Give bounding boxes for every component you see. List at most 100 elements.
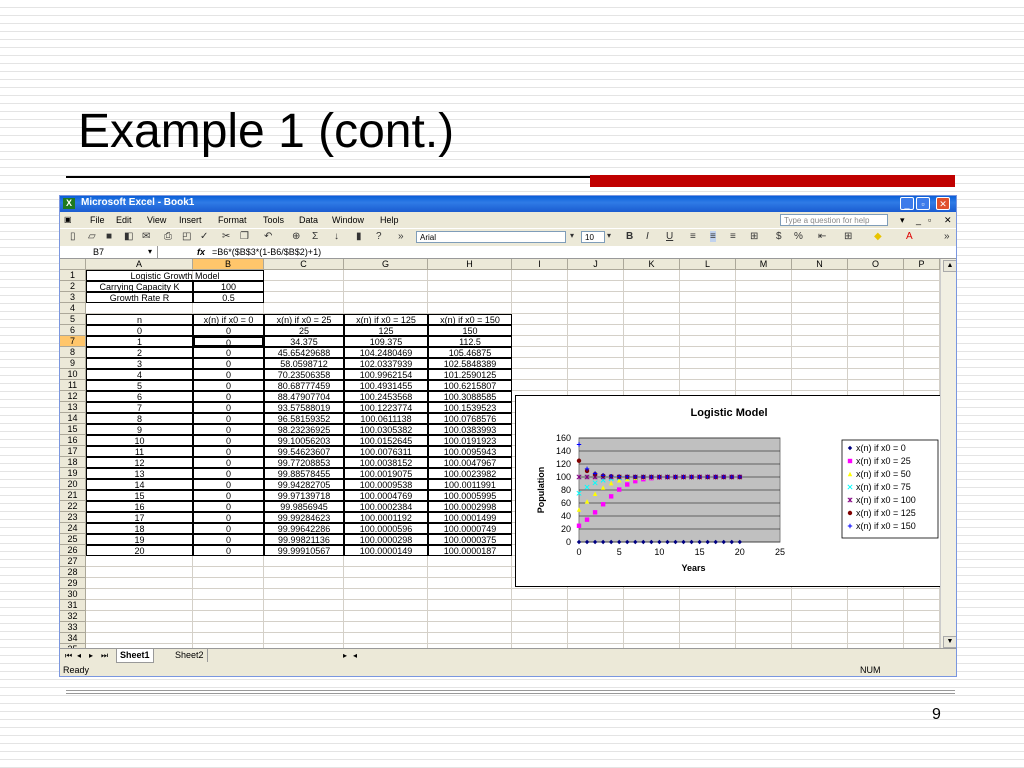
font-color-icon[interactable]: A [906, 231, 913, 242]
table-cell[interactable]: 100.0047967 [428, 457, 512, 468]
table-cell[interactable]: 100.0305382 [344, 424, 428, 435]
menu-tools[interactable]: Tools [263, 215, 284, 225]
table-cell[interactable]: 98.23236925 [264, 424, 344, 435]
table-cell[interactable]: 58.0598712 [264, 358, 344, 369]
table-cell[interactable]: 18 [86, 523, 193, 534]
row-header[interactable]: 13 [60, 402, 86, 413]
column-header-b[interactable]: B [193, 259, 264, 270]
menu-help[interactable]: Help [380, 215, 399, 225]
row-header[interactable]: 26 [60, 545, 86, 556]
help-dropdown-icon[interactable]: ▾ [900, 215, 905, 226]
table-cell[interactable]: 104.2480469 [344, 347, 428, 358]
font-name-select[interactable]: Arial [416, 231, 566, 243]
row-header[interactable]: 29 [60, 578, 86, 589]
table-cell[interactable]: 0 [193, 325, 264, 336]
scroll-up-icon[interactable]: ▲ [943, 260, 956, 272]
table-cell[interactable]: 112.5 [428, 336, 512, 347]
table-cell[interactable]: 0 [193, 523, 264, 534]
permission-icon[interactable]: ◧ [124, 231, 133, 242]
hscroll-right-icon[interactable]: ▸ [340, 649, 350, 662]
column-header-l[interactable]: L [680, 259, 736, 270]
table-cell[interactable]: 100.0000749 [428, 523, 512, 534]
restore-button[interactable]: ▫ [916, 197, 930, 210]
row-header[interactable]: 34 [60, 633, 86, 644]
table-cell[interactable]: 0 [193, 369, 264, 380]
name-box-dropdown-icon[interactable]: ▾ [148, 246, 152, 258]
row-header[interactable]: 4 [60, 303, 86, 314]
column-header-i[interactable]: I [512, 259, 568, 270]
column-header-a[interactable]: A [86, 259, 193, 270]
menu-insert[interactable]: Insert [179, 215, 202, 225]
table-cell[interactable]: 100.0000375 [428, 534, 512, 545]
table-cell[interactable]: 100.6215807 [428, 380, 512, 391]
row-header[interactable]: 5 [60, 314, 86, 325]
table-cell[interactable]: 0 [193, 358, 264, 369]
table-header-cell[interactable]: x(n) if x0 = 150 [428, 314, 512, 325]
hscroll-left-icon[interactable]: ◂ [350, 649, 360, 662]
row-header[interactable]: 11 [60, 380, 86, 391]
table-cell[interactable]: 11 [86, 446, 193, 457]
doc-close-button[interactable]: ✕ [944, 215, 952, 226]
table-cell[interactable]: 100.0076311 [344, 446, 428, 457]
table-cell[interactable]: 99.94282705 [264, 479, 344, 490]
table-cell[interactable]: 99.99642286 [264, 523, 344, 534]
capacity-value-cell[interactable]: 100 [193, 281, 264, 292]
row-header[interactable]: 23 [60, 512, 86, 523]
table-cell[interactable]: 100.1539523 [428, 402, 512, 413]
table-cell[interactable]: 70.23506358 [264, 369, 344, 380]
fill-color-icon[interactable]: ◆ [874, 231, 882, 242]
table-cell[interactable]: 125 [344, 325, 428, 336]
table-cell[interactable]: 15 [86, 490, 193, 501]
table-cell[interactable]: 0 [193, 435, 264, 446]
row-header[interactable]: 18 [60, 457, 86, 468]
table-cell[interactable]: 99.9856945 [264, 501, 344, 512]
percent-button[interactable]: % [794, 231, 803, 242]
font-dropdown-icon[interactable]: ▾ [570, 231, 574, 240]
formula-input[interactable]: =B6*($B$3*(1-B6/$B$2)+1) [212, 246, 321, 258]
table-cell[interactable]: 0 [193, 347, 264, 358]
table-cell[interactable]: 102.0337939 [344, 358, 428, 369]
rate-value-cell[interactable]: 0.5 [193, 292, 264, 303]
autosum-icon[interactable]: Σ [312, 231, 318, 242]
table-cell[interactable]: 34.375 [264, 336, 344, 347]
model-title-cell[interactable]: Logistic Growth Model [86, 270, 264, 281]
table-cell[interactable]: 100.0000298 [344, 534, 428, 545]
table-cell[interactable]: 99.10056203 [264, 435, 344, 446]
table-cell[interactable]: 0 [193, 402, 264, 413]
borders-icon[interactable]: ⊞ [844, 231, 852, 242]
row-header[interactable]: 22 [60, 501, 86, 512]
sheet-tab-1[interactable]: Sheet1 [116, 649, 154, 663]
new-icon[interactable]: ▯ [70, 231, 76, 242]
next-sheet-icon[interactable]: ▸ [86, 649, 96, 662]
table-cell[interactable]: 16 [86, 501, 193, 512]
document-icon[interactable]: ▣ [64, 215, 72, 224]
chart-wizard-icon[interactable]: ▮ [356, 231, 362, 242]
table-cell[interactable]: 4 [86, 369, 193, 380]
row-header[interactable]: 15 [60, 424, 86, 435]
currency-button[interactable]: $ [776, 231, 782, 242]
table-cell[interactable]: 0 [193, 479, 264, 490]
table-cell[interactable]: 99.99910567 [264, 545, 344, 556]
print-icon[interactable]: ⎙ [164, 231, 172, 242]
cut-icon[interactable]: ✂ [222, 231, 230, 242]
table-cell[interactable]: 100.0000149 [344, 545, 428, 556]
column-header-m[interactable]: M [736, 259, 792, 270]
row-header[interactable]: 33 [60, 622, 86, 633]
table-cell[interactable]: 105.46875 [428, 347, 512, 358]
table-cell[interactable]: 0 [193, 545, 264, 556]
vertical-scrollbar[interactable]: ▲ ▼ [940, 259, 956, 648]
table-cell[interactable]: 100.0611138 [344, 413, 428, 424]
table-cell[interactable]: 100.0002998 [428, 501, 512, 512]
row-header[interactable]: 20 [60, 479, 86, 490]
column-header-k[interactable]: K [624, 259, 680, 270]
table-cell[interactable]: 100.0001192 [344, 512, 428, 523]
table-cell[interactable]: 100.0000596 [344, 523, 428, 534]
table-cell[interactable]: 0 [193, 424, 264, 435]
table-cell[interactable]: 0 [193, 490, 264, 501]
row-header[interactable]: 27 [60, 556, 86, 567]
doc-restore-button[interactable]: ▫ [928, 215, 931, 225]
table-cell[interactable]: 0 [193, 413, 264, 424]
table-cell[interactable]: 100.0011991 [428, 479, 512, 490]
table-cell[interactable]: 100.1223774 [344, 402, 428, 413]
align-center-icon[interactable]: ≡ [710, 231, 716, 242]
